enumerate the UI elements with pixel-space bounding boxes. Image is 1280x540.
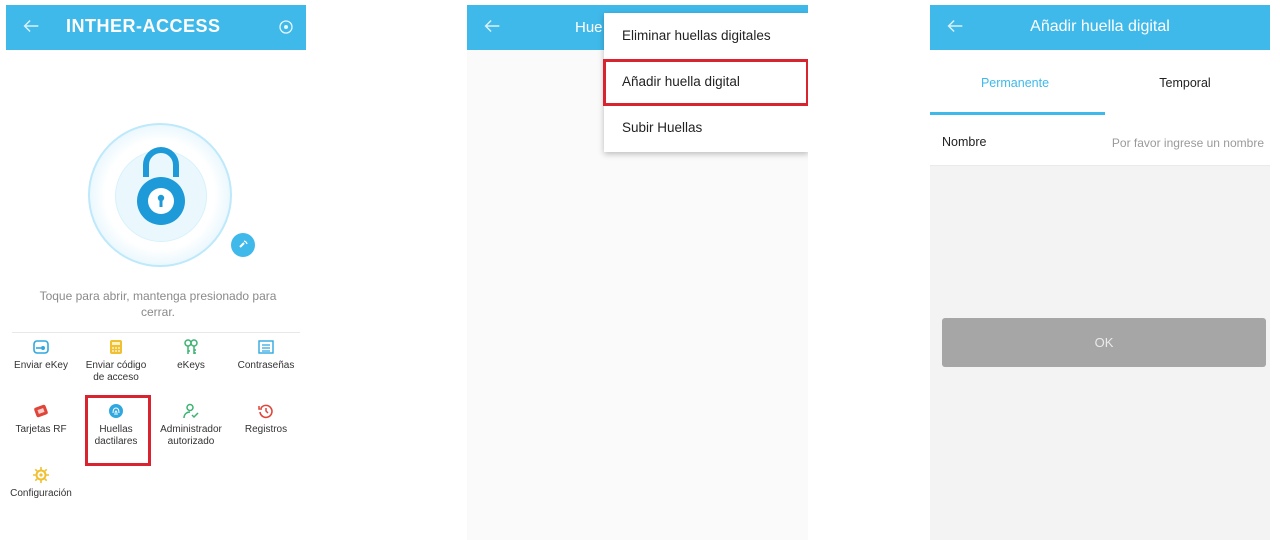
grid-item-label: Enviar eKey — [14, 360, 68, 371]
tab-temporary[interactable]: Temporal — [1100, 50, 1270, 116]
name-row: Nombre — [930, 120, 1270, 166]
grid-item-label: Contraseñas — [237, 360, 295, 371]
keys-icon — [183, 339, 199, 355]
settings-icon[interactable] — [278, 19, 294, 35]
name-input[interactable] — [1062, 130, 1266, 156]
user-check-icon — [183, 403, 199, 419]
grid-item-passwords[interactable]: Contraseñas — [231, 339, 301, 372]
grid-item-label: Registros — [244, 424, 288, 435]
name-label: Nombre — [942, 135, 987, 149]
grid-item-label: Administrador autorizado — [160, 424, 222, 447]
unlock-hint: Toque para abrir, mantenga presionado pa… — [39, 289, 277, 319]
gear-icon — [33, 467, 49, 483]
list-icon — [258, 339, 274, 355]
app-title: INTHER-ACCESS — [66, 16, 221, 36]
ok-button[interactable]: OK — [942, 318, 1266, 367]
calculator-icon — [108, 339, 124, 355]
rf-card-icon — [33, 403, 49, 419]
grid-item-label: eKeys — [177, 360, 205, 371]
page-title: Añadir huella digital — [1030, 18, 1170, 35]
tab-bar: Permanente Temporal — [930, 50, 1270, 120]
grid-item-label: Tarjetas RF — [15, 424, 67, 435]
grid-item-label: Enviar código de acceso — [85, 360, 147, 383]
menu-item-delete-fingerprints[interactable]: Eliminar huellas digitales — [604, 13, 808, 59]
fingerprints-screen: Hue Eliminar huellas digitales Añadir hu… — [467, 5, 808, 540]
back-arrow-icon[interactable] — [20, 15, 42, 37]
back-arrow-icon[interactable] — [481, 15, 503, 37]
home-screen: INTHER-ACCESS Toque para abrir, mantenga… — [6, 5, 306, 540]
grid-item-rf-cards[interactable]: Tarjetas RF — [6, 403, 76, 436]
grid-item-send-ekey[interactable]: Enviar eKey — [6, 339, 76, 372]
highlight-box — [85, 395, 151, 466]
grid-item-authorized-admin[interactable]: Administrador autorizado — [156, 403, 226, 448]
tab-indicator — [930, 112, 1105, 115]
highlight-box — [603, 59, 808, 106]
divider — [12, 332, 300, 333]
grid-item-ekeys[interactable]: eKeys — [156, 339, 226, 372]
unlock-button[interactable] — [88, 123, 232, 267]
grid-item-records[interactable]: Registros — [231, 403, 301, 436]
app-bar: Añadir huella digital — [930, 5, 1270, 50]
history-icon — [258, 403, 274, 419]
grid-item-label: Configuración — [10, 488, 72, 499]
menu-item-upload-fingerprints[interactable]: Subir Huellas — [604, 105, 808, 151]
page-title: Hue — [575, 19, 603, 36]
grid-item-settings[interactable]: Configuración — [6, 467, 76, 500]
grid-item-send-passcode[interactable]: Enviar código de acceso — [81, 339, 151, 384]
send-ekey-icon — [33, 339, 49, 355]
tab-permanent[interactable]: Permanente — [930, 50, 1100, 116]
add-fingerprint-screen: Añadir huella digital Permanente Tempora… — [930, 5, 1270, 540]
remote-unlock-icon[interactable] — [231, 233, 255, 257]
overflow-menu: Eliminar huellas digitales Añadir huella… — [603, 13, 808, 152]
padlock-icon — [132, 139, 190, 225]
app-bar: INTHER-ACCESS — [6, 5, 306, 50]
